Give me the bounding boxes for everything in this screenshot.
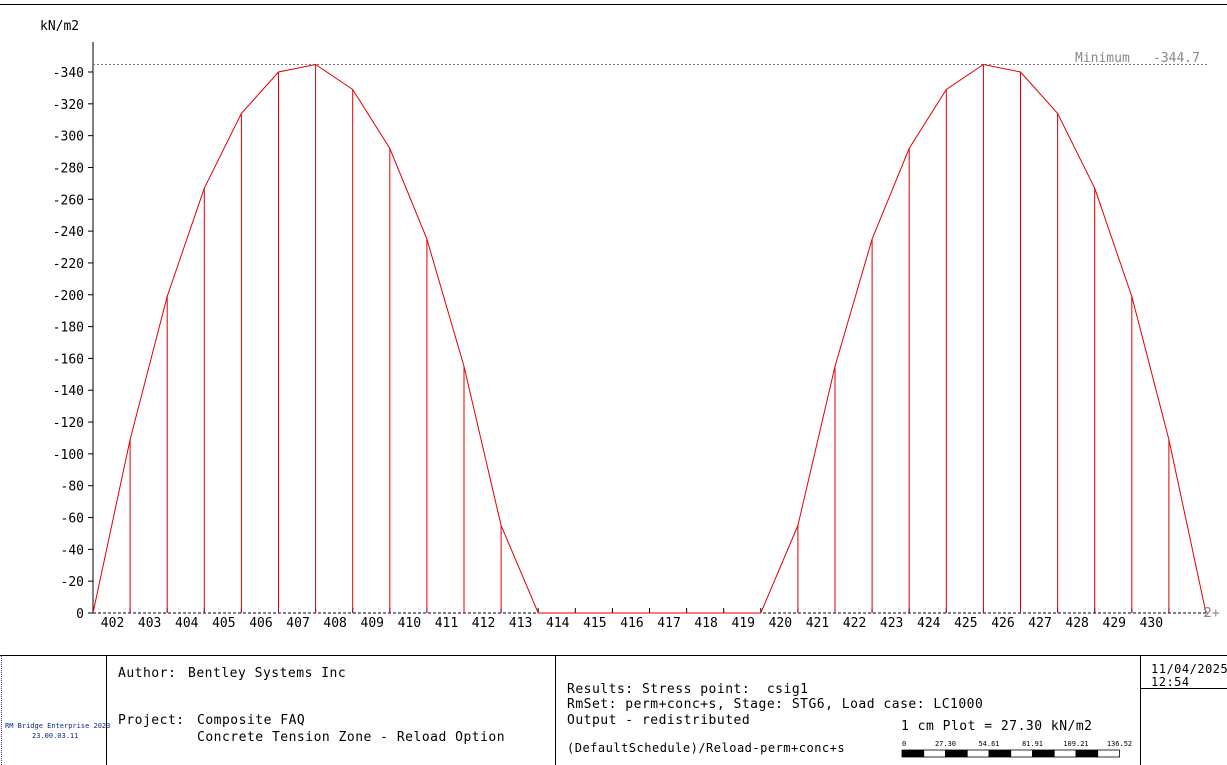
results-line: Results: Stress point: csig1 bbox=[567, 682, 809, 697]
x-tick-label: 405 bbox=[212, 616, 235, 631]
y-tick-label: -300 bbox=[53, 130, 84, 145]
title-block-top-border bbox=[0, 655, 1227, 656]
scale-segments bbox=[901, 749, 1120, 758]
x-tick-label: 412 bbox=[472, 616, 495, 631]
y-axis: 0 -20 -40 -60 -80 -100 -120 -140 -160 -180 -200 -22… bbox=[53, 42, 94, 622]
y-tick-label: -120 bbox=[53, 416, 84, 431]
scale-segment bbox=[945, 749, 968, 758]
x-tick-label: 418 bbox=[694, 616, 717, 631]
scale-label: 0 bbox=[902, 740, 906, 748]
x-tick-label: 411 bbox=[435, 616, 458, 631]
y-tick-label: -240 bbox=[53, 225, 84, 240]
scale-segment bbox=[1097, 749, 1120, 758]
x-tick-label: 421 bbox=[806, 616, 829, 631]
stress-line bbox=[92, 63, 1207, 614]
scale-segment bbox=[923, 749, 946, 758]
y-tick-label: -60 bbox=[61, 512, 84, 527]
y-tick-label: -180 bbox=[53, 321, 84, 336]
x-tick-label: 407 bbox=[286, 616, 309, 631]
x-tick-label: 416 bbox=[620, 616, 643, 631]
top-border bbox=[0, 4, 1227, 5]
schedule-line: (DefaultSchedule)/Reload-perm+conc+s bbox=[567, 741, 846, 755]
y-axis-label: kN/m2 bbox=[40, 19, 79, 34]
x-tick-label: 423 bbox=[880, 616, 903, 631]
y-tick-label: -40 bbox=[61, 543, 84, 558]
scale-label: 81.91 bbox=[1022, 740, 1043, 748]
scale-segment bbox=[988, 749, 1012, 758]
y-tick-label: -220 bbox=[53, 257, 84, 272]
x-tick-label: 426 bbox=[991, 616, 1014, 631]
x-tick-label: 414 bbox=[546, 616, 570, 631]
x-tick-label: 430 bbox=[1140, 616, 1163, 631]
x-tick-label: 425 bbox=[954, 616, 977, 631]
x-tick-label: 422 bbox=[843, 616, 866, 631]
x-tick-label: 419 bbox=[732, 616, 755, 631]
end-marker: 2+ bbox=[1204, 606, 1220, 621]
scale-label: 27.30 bbox=[935, 740, 956, 748]
scale-label: 136.52 bbox=[1107, 740, 1132, 748]
x-tick-label: 406 bbox=[249, 616, 272, 631]
x-tick-label: 402 bbox=[101, 616, 124, 631]
y-tick-label: 0 bbox=[76, 607, 84, 622]
scale-segment bbox=[901, 749, 925, 758]
x-axis: 402 403 404 405 406 407 408 409 410 411 412 413 414 4… bbox=[93, 608, 1208, 631]
scale-segment bbox=[1075, 749, 1099, 758]
y-tick-label: -100 bbox=[53, 448, 84, 463]
x-tick-label: 415 bbox=[583, 616, 606, 631]
x-tick-label: 404 bbox=[175, 616, 199, 631]
rmset-line: RmSet: perm+conc+s, Stage: STG6, Load ca… bbox=[567, 697, 984, 712]
scale-segment bbox=[1032, 749, 1055, 758]
logo-line-2: 23.00.03.11 bbox=[32, 732, 79, 740]
y-tick-label: -280 bbox=[53, 161, 84, 176]
title-block-divider-2 bbox=[555, 655, 556, 765]
plot-scale: 1 cm Plot = 27.30 kN/m2 bbox=[901, 719, 1093, 734]
left-dotted-edge bbox=[1, 655, 2, 765]
x-tick-label: 417 bbox=[657, 616, 680, 631]
minimum-label: Minimum bbox=[1075, 51, 1130, 66]
y-tick-label: -340 bbox=[53, 66, 84, 81]
title-block-divider-3 bbox=[1140, 655, 1141, 765]
y-tick-label: -320 bbox=[53, 98, 84, 113]
x-tick-label: 424 bbox=[917, 616, 941, 631]
project-label: Project: bbox=[118, 713, 185, 728]
x-tick-label: 403 bbox=[138, 616, 161, 631]
y-tick-label: -160 bbox=[53, 352, 84, 367]
date: 11/04/2025 bbox=[1151, 662, 1227, 676]
project-line-1: Composite FAQ bbox=[197, 713, 306, 728]
output-line: Output - redistributed bbox=[567, 713, 751, 728]
y-tick-label: -80 bbox=[61, 480, 84, 495]
stress-chart: 0 -20 -40 -60 -80 -100 -120 -140 -160 -180 -200 -22… bbox=[40, 19, 1220, 631]
minimum-value: -344.7 bbox=[1153, 51, 1200, 66]
x-tick-label: 413 bbox=[509, 616, 532, 631]
y-tick-label: -140 bbox=[53, 384, 84, 399]
x-tick-label: 427 bbox=[1028, 616, 1051, 631]
logo-line-1: RM Bridge Enterprise 2023 bbox=[5, 722, 111, 730]
x-tick-label: 408 bbox=[323, 616, 346, 631]
x-tick-label: 410 bbox=[398, 616, 421, 631]
time: 12:54 bbox=[1151, 675, 1190, 689]
scale-segment bbox=[1053, 749, 1077, 758]
stress-series bbox=[92, 63, 1209, 618]
y-tick-label: -20 bbox=[61, 575, 84, 590]
project-line-2: Concrete Tension Zone - Reload Option bbox=[197, 730, 506, 745]
y-tick-label: -260 bbox=[53, 193, 84, 208]
scale-bar: 0 27.30 54.61 81.91 109.21 136.52 bbox=[901, 740, 1132, 758]
scale-segment bbox=[966, 749, 990, 758]
author-label: Author: bbox=[118, 666, 177, 681]
title-block-divider-1 bbox=[106, 655, 107, 765]
y-tick-label: -200 bbox=[53, 289, 84, 304]
x-tick-label: 429 bbox=[1103, 616, 1126, 631]
x-tick-label: 428 bbox=[1065, 616, 1088, 631]
author-value: Bentley Systems Inc bbox=[188, 666, 347, 681]
x-tick-label: 420 bbox=[769, 616, 792, 631]
scale-label: 109.21 bbox=[1063, 740, 1088, 748]
scale-label: 54.61 bbox=[978, 740, 999, 748]
x-tick-label: 409 bbox=[361, 616, 384, 631]
scale-labels: 0 27.30 54.61 81.91 109.21 136.52 bbox=[902, 740, 1132, 748]
scale-segment bbox=[1010, 749, 1033, 758]
